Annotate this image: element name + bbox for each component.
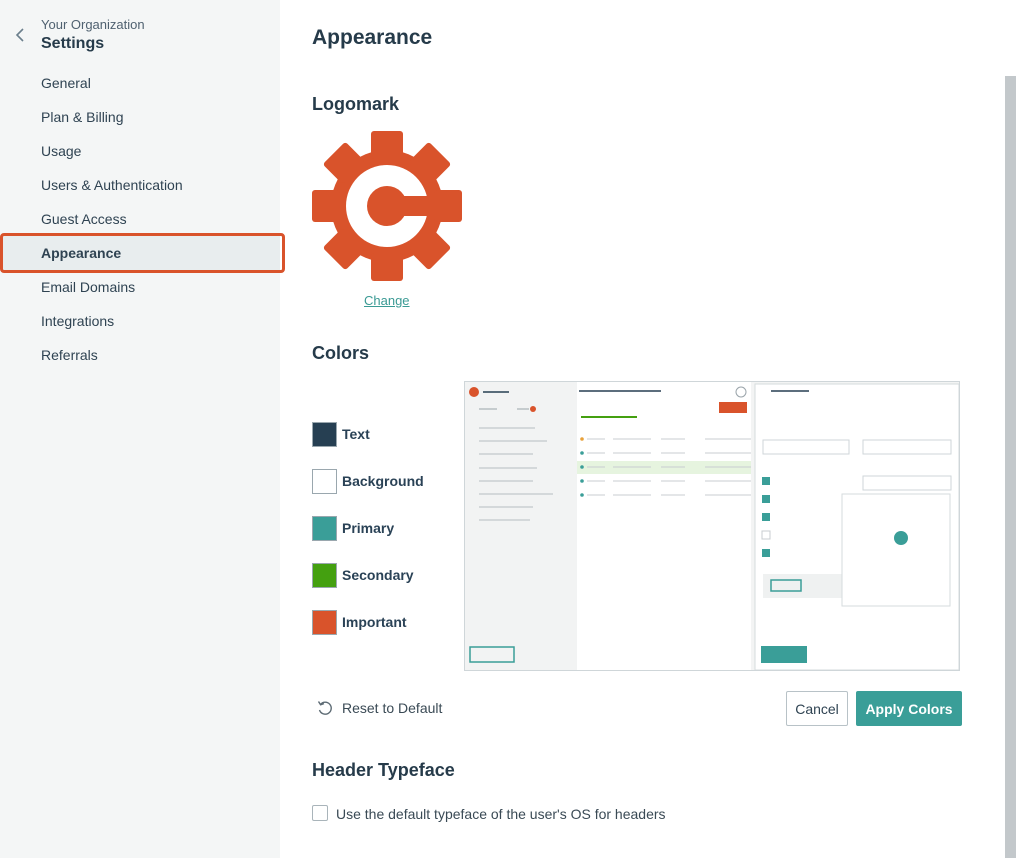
sidebar-item-integrations[interactable]: Integrations (0, 304, 280, 338)
sidebar-item-general[interactable]: General (0, 66, 280, 100)
page-title: Appearance (312, 26, 433, 49)
cancel-button[interactable]: Cancel (786, 691, 848, 726)
page-scrollbar[interactable] (1005, 76, 1016, 858)
secondary-color-swatch[interactable] (312, 562, 337, 588)
swatch-row-secondary[interactable]: Secondary (312, 562, 414, 588)
swatch-row-important[interactable]: Important (312, 609, 407, 635)
important-color-swatch[interactable] (312, 609, 337, 635)
sidebar-item-guest-access[interactable]: Guest Access (0, 202, 280, 236)
active-item-highlight (0, 233, 285, 273)
appearance-main: Appearance Logomark Change Colors Text B… (280, 0, 1016, 858)
settings-sidebar: Your Organization Settings General Plan … (0, 0, 285, 858)
swatch-row-primary[interactable]: Primary (312, 515, 394, 541)
gear-c-logo-icon (312, 130, 462, 282)
swatch-row-text[interactable]: Text (312, 421, 370, 447)
sidebar-item-plan-billing[interactable]: Plan & Billing (0, 100, 280, 134)
settings-title: Settings (41, 35, 105, 52)
background-color-swatch[interactable] (312, 468, 337, 494)
colors-heading: Colors (312, 343, 370, 363)
header-typeface-heading: Header Typeface (312, 760, 455, 780)
reset-to-default-button[interactable]: Reset to Default (316, 699, 442, 717)
swatch-label: Text (342, 426, 370, 442)
logomark-heading: Logomark (312, 94, 400, 114)
primary-color-swatch[interactable] (312, 515, 337, 541)
default-typeface-checkbox[interactable] (312, 805, 328, 821)
reset-icon (316, 699, 334, 717)
sidebar-item-usage[interactable]: Usage (0, 134, 280, 168)
sidebar-item-email-domains[interactable]: Email Domains (0, 270, 280, 304)
swatch-label: Primary (342, 520, 395, 536)
text-color-swatch[interactable] (312, 421, 337, 447)
sidebar-item-users-authentication[interactable]: Users & Authentication (0, 168, 280, 202)
chevron-left-icon[interactable] (14, 26, 28, 44)
change-logo-link[interactable]: Change (364, 293, 410, 308)
sidebar-item-referrals[interactable]: Referrals (0, 338, 280, 372)
settings-nav: General Plan & Billing Usage Users & Aut… (0, 66, 280, 372)
reset-label: Reset to Default (342, 700, 443, 716)
swatch-row-background[interactable]: Background (312, 468, 424, 494)
swatch-label: Important (342, 614, 407, 630)
org-name: Your Organization (41, 17, 145, 32)
apply-colors-button[interactable]: Apply Colors (856, 691, 962, 726)
swatch-label: Secondary (342, 567, 414, 583)
swatch-label: Background (342, 473, 424, 489)
color-preview (464, 381, 960, 671)
default-typeface-label[interactable]: Use the default typeface of the user's O… (336, 806, 666, 822)
